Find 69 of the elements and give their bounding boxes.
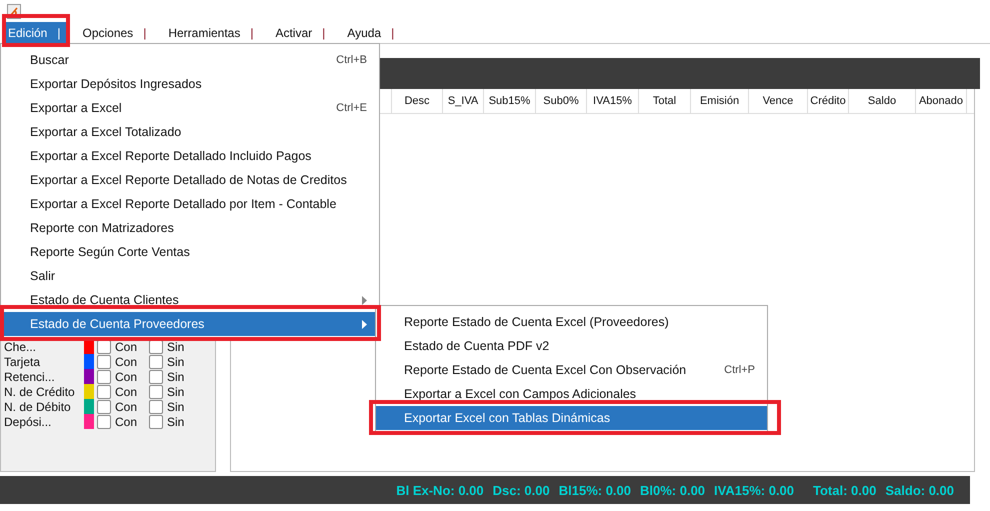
checkbox-label: Sin: [167, 384, 186, 398]
column-header[interactable]: Vence: [749, 89, 808, 113]
checkbox-label: Con: [115, 340, 138, 354]
submenu-arrow-icon: [362, 296, 367, 304]
total-label: IVA15%: 0.00: [714, 482, 794, 498]
menu-item[interactable]: Estado de Cuenta PDF v2: [376, 334, 767, 358]
menu-bar-item[interactable]: Ayuda |: [343, 22, 400, 43]
checkbox[interactable]: [149, 354, 163, 368]
checkbox[interactable]: [97, 384, 111, 398]
menu-item[interactable]: Salir: [1, 264, 379, 288]
checkbox-label: Con: [115, 354, 138, 368]
column-header[interactable]: Crédito: [808, 89, 849, 113]
checkbox-label: Sin: [167, 340, 186, 354]
menu-bar-item[interactable]: Activar |: [271, 22, 332, 43]
menu-item[interactable]: Exportar Depósitos Ingresados: [1, 72, 379, 96]
legend-label: Retenci...: [3, 370, 56, 384]
checkbox[interactable]: [149, 414, 163, 428]
menu-item[interactable]: Exportar a Excel Ctrl+E: [1, 96, 379, 120]
menu-item[interactable]: Exportar a Excel Reporte Detallado de Notas de Creditos: [1, 168, 379, 192]
checkbox-label: Con: [115, 400, 138, 414]
menu-item[interactable]: Buscar Ctrl+B: [1, 48, 379, 72]
submenu-arrow-icon: [362, 320, 367, 328]
menu-item[interactable]: Exportar a Excel Totalizado: [1, 120, 379, 144]
column-header[interactable]: Saldo: [849, 89, 916, 113]
total-label: Saldo: 0.00: [885, 482, 954, 498]
menu-item[interactable]: Exportar a Excel con Campos Adicionales: [376, 382, 767, 406]
total-label: Total: 0.00: [813, 482, 876, 498]
column-header[interactable]: Desc: [392, 89, 443, 113]
total-label: Bl Ex-No: 0.00: [396, 482, 484, 498]
column-header[interactable]: Total: [639, 89, 691, 113]
checkbox-label: Con: [115, 384, 138, 398]
checkbox-label: Sin: [167, 354, 186, 368]
column-header[interactable]: Abonado: [916, 89, 967, 113]
total-label: Bl0%: 0.00: [640, 482, 706, 498]
column-header[interactable]: S_IVA: [443, 89, 484, 113]
column-header[interactable]: IVA15%: [587, 89, 639, 113]
highlight-frame: [2, 14, 70, 47]
menu-bar-item[interactable]: Edición |: [4, 22, 66, 43]
checkbox[interactable]: [149, 400, 163, 414]
checkbox-label: Sin: [167, 370, 186, 384]
checkbox[interactable]: [97, 354, 111, 368]
checkbox-label: Sin: [167, 400, 186, 414]
checkbox-label: Sin: [167, 414, 186, 428]
legend-label: Depósi...: [3, 414, 52, 428]
menu-item[interactable]: Reporte Según Corte Ventas: [1, 240, 379, 264]
checkbox[interactable]: [149, 370, 163, 384]
checkbox-label: Con: [115, 370, 138, 384]
menu-item[interactable]: Estado de Cuenta Clientes: [1, 288, 379, 312]
checkbox-label: Con: [115, 414, 138, 428]
menu-bar-item[interactable]: Opciones |: [78, 22, 152, 43]
total-label: Bl15%: 0.00: [558, 482, 631, 498]
checkbox[interactable]: [97, 400, 111, 414]
menu-item[interactable]: Reporte Estado de Cuenta Excel Con Observación Ctrl+P: [376, 358, 767, 382]
menu-item[interactable]: Exportar Excel con Tablas Dinámicas: [376, 406, 767, 430]
menu-bar-item[interactable]: Herramientas |: [164, 22, 260, 43]
menu-item[interactable]: Exportar a Excel Reporte Detallado Incluido Pagos: [1, 144, 379, 168]
menu-item[interactable]: Exportar a Excel Reporte Detallado por Item - Contable: [1, 192, 379, 216]
checkbox[interactable]: [97, 414, 111, 428]
checkbox[interactable]: [97, 370, 111, 384]
column-header[interactable]: Sub15%: [484, 89, 536, 113]
legend-label: Tarjeta: [3, 354, 42, 368]
column-header[interactable]: Emisión: [691, 89, 749, 113]
menu-item[interactable]: Reporte con Matrizadores: [1, 216, 379, 240]
column-header[interactable]: Sub0%: [536, 89, 587, 113]
checkbox[interactable]: [149, 384, 163, 398]
legend-label: N. de Crédito: [3, 384, 76, 398]
total-label: Dsc: 0.00: [492, 482, 550, 498]
legend-label: N. de Débito: [3, 400, 72, 414]
legend-label: Che...: [3, 340, 38, 354]
